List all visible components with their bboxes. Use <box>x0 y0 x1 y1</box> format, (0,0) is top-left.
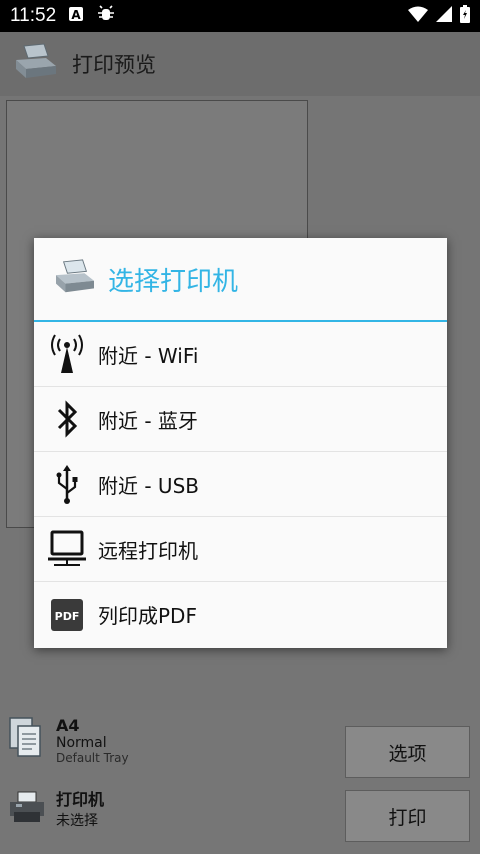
printer-option-wifi[interactable]: 附近 - WiFi <box>34 322 447 387</box>
printer-option-label: 附近 - WiFi <box>98 343 199 368</box>
dialog-title: 选择打印机 <box>108 266 239 297</box>
printer-option-remote[interactable]: 远程打印机 <box>34 517 447 582</box>
select-printer-dialog: 选择打印机 附近 - WiFi 附近 - 蓝牙 附近 - USB 远程打印机 P… <box>34 238 447 648</box>
printer-option-usb[interactable]: 附近 - USB <box>34 452 447 517</box>
svg-text:PDF: PDF <box>55 610 80 623</box>
printer-option-label: 远程打印机 <box>98 538 198 563</box>
bluetooth-icon <box>46 396 88 442</box>
printer-option-bluetooth[interactable]: 附近 - 蓝牙 <box>34 387 447 452</box>
printer-option-label: 附近 - USB <box>98 473 199 498</box>
printer-logo-icon <box>54 258 96 300</box>
pdf-icon: PDF <box>46 592 88 638</box>
dialog-header: 选择打印机 <box>34 238 447 322</box>
printer-option-label: 附近 - 蓝牙 <box>98 408 198 433</box>
wifi-antenna-icon <box>46 331 88 377</box>
network-computer-icon <box>46 526 88 572</box>
printer-option-label: 列印成PDF <box>98 604 197 628</box>
printer-option-pdf[interactable]: PDF 列印成PDF <box>34 582 447 647</box>
usb-icon <box>46 461 88 507</box>
